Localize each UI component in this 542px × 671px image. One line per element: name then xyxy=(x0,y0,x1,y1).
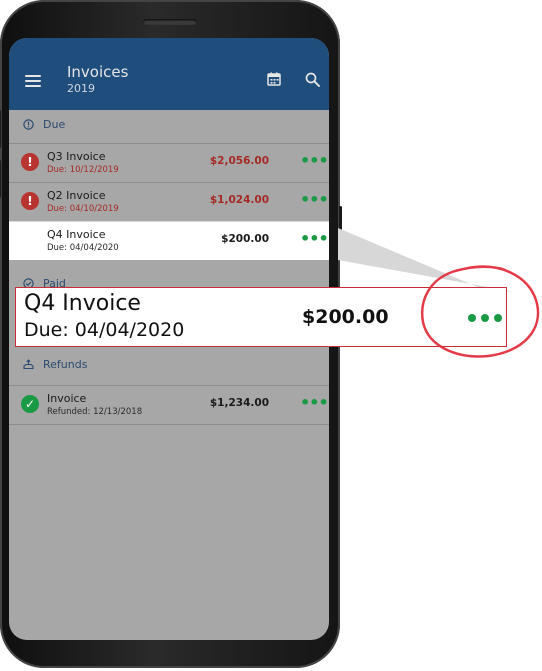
more-options-icon[interactable] xyxy=(468,314,504,322)
zoomed-invoice-callout: Q4 Invoice Due: 04/04/2020 $200.00 xyxy=(15,287,507,347)
callout-title: Q4 Invoice xyxy=(24,291,141,316)
callout-amount: $200.00 xyxy=(302,306,389,328)
callout-due-date: Due: 04/04/2020 xyxy=(24,319,185,341)
